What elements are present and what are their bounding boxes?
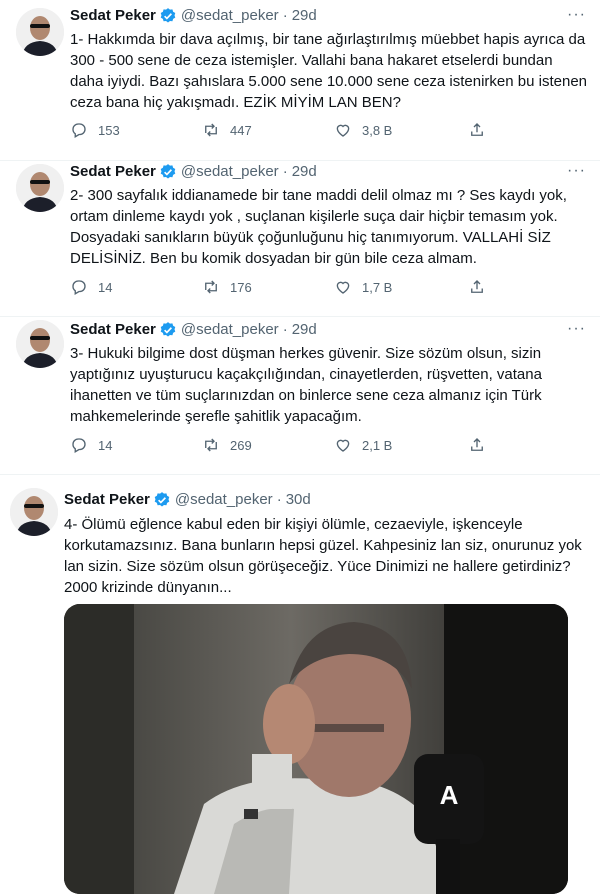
avatar[interactable] bbox=[10, 488, 58, 536]
reply-icon bbox=[72, 123, 86, 138]
retweet-button[interactable]: 176 bbox=[202, 278, 334, 296]
author-handle[interactable]: @sedat_peker bbox=[175, 490, 273, 510]
share-icon bbox=[471, 438, 483, 451]
more-options-icon[interactable]: ··· bbox=[567, 6, 586, 24]
separator-dot: · bbox=[276, 491, 282, 508]
like-button[interactable]: 3,8 B bbox=[334, 121, 468, 139]
share-icon bbox=[471, 280, 483, 293]
reply-button[interactable]: 14 bbox=[70, 436, 202, 454]
video-frame-image: A bbox=[64, 604, 568, 894]
avatar[interactable] bbox=[16, 320, 64, 368]
video-media[interactable]: A bbox=[64, 604, 568, 894]
tweet-2[interactable]: Sedat Peker @sedat_peker · 29d ··· 2- 30… bbox=[0, 160, 600, 317]
retweet-button[interactable]: 447 bbox=[202, 121, 334, 139]
timestamp[interactable]: 29d bbox=[292, 320, 317, 340]
retweet-count: 447 bbox=[230, 122, 252, 138]
like-count: 2,1 B bbox=[362, 437, 393, 453]
verified-badge-icon bbox=[159, 163, 177, 181]
separator-dot: · bbox=[282, 163, 288, 180]
more-options-icon[interactable]: ··· bbox=[567, 162, 586, 180]
like-count: 3,8 B bbox=[362, 122, 393, 138]
more-options-icon[interactable]: ··· bbox=[567, 320, 586, 338]
retweet-count: 176 bbox=[230, 279, 252, 295]
retweet-icon bbox=[205, 123, 217, 137]
tweet-text: 1- Hakkımda bir dava açılmış, bir tane a… bbox=[70, 31, 588, 111]
share-icon bbox=[471, 123, 483, 136]
author-name[interactable]: Sedat Peker bbox=[64, 490, 150, 510]
reply-button[interactable]: 153 bbox=[70, 121, 202, 139]
heart-icon bbox=[336, 124, 350, 137]
avatar[interactable] bbox=[16, 8, 64, 56]
timestamp[interactable]: 29d bbox=[292, 6, 317, 26]
timestamp[interactable]: 30d bbox=[286, 490, 311, 510]
reply-button[interactable]: 14 bbox=[70, 278, 202, 296]
share-button[interactable] bbox=[468, 121, 486, 139]
retweet-count: 269 bbox=[230, 437, 252, 453]
reply-count: 153 bbox=[98, 122, 120, 138]
author-name[interactable]: Sedat Peker bbox=[70, 6, 156, 26]
heart-icon bbox=[336, 439, 350, 452]
like-button[interactable]: 1,7 B bbox=[334, 278, 468, 296]
share-button[interactable] bbox=[468, 278, 486, 296]
verified-badge-icon bbox=[153, 491, 171, 509]
author-handle[interactable]: @sedat_peker bbox=[181, 6, 279, 26]
tweet-text: 4- Ölümü eğlence kabul eden bir kişiyi ö… bbox=[64, 516, 582, 596]
retweet-button[interactable]: 269 bbox=[202, 436, 334, 454]
retweet-icon bbox=[205, 438, 217, 452]
verified-badge-icon bbox=[159, 321, 177, 339]
reply-icon bbox=[72, 438, 86, 453]
tweet-text: 2- 300 sayfalık iddianamede bir tane mad… bbox=[70, 187, 567, 267]
like-count: 1,7 B bbox=[362, 279, 393, 295]
retweet-icon bbox=[205, 280, 217, 294]
tweet-text: 3- Hukuki bilgime dost düşman herkes güv… bbox=[70, 345, 542, 425]
avatar[interactable] bbox=[16, 164, 64, 212]
author-name[interactable]: Sedat Peker bbox=[70, 162, 156, 182]
author-handle[interactable]: @sedat_peker bbox=[181, 320, 279, 340]
verified-badge-icon bbox=[159, 7, 177, 25]
reply-icon bbox=[72, 280, 86, 295]
separator-dot: · bbox=[282, 7, 288, 24]
timestamp[interactable]: 29d bbox=[292, 162, 317, 182]
tweet-1[interactable]: Sedat Peker @sedat_peker · 29d ··· 1- Ha… bbox=[0, 0, 600, 161]
tweet-3[interactable]: Sedat Peker @sedat_peker · 29d ··· 3- Hu… bbox=[0, 316, 600, 475]
author-name[interactable]: Sedat Peker bbox=[70, 320, 156, 340]
reply-count: 14 bbox=[98, 437, 113, 453]
share-button[interactable] bbox=[468, 436, 486, 454]
microphone-logo: A bbox=[440, 780, 459, 810]
author-handle[interactable]: @sedat_peker bbox=[181, 162, 279, 182]
like-button[interactable]: 2,1 B bbox=[334, 436, 468, 454]
heart-icon bbox=[336, 281, 350, 294]
separator-dot: · bbox=[282, 321, 288, 338]
reply-count: 14 bbox=[98, 279, 113, 295]
